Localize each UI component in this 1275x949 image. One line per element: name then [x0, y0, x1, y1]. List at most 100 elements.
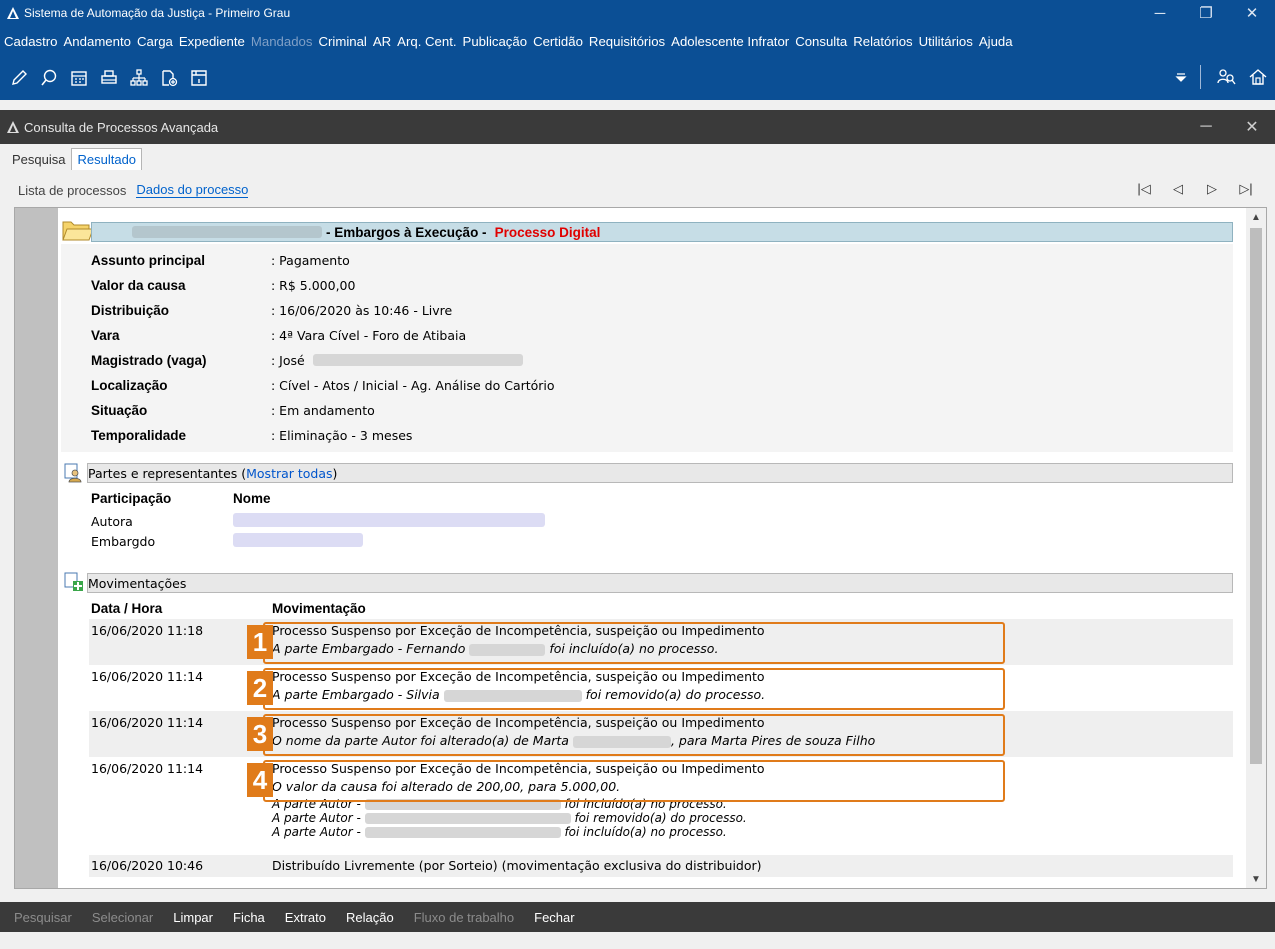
print-icon[interactable] [96, 65, 122, 91]
info-row: Localização: Cível - Atos / Inicial - Ag… [91, 377, 555, 393]
redacted-party-name [233, 533, 363, 547]
menu-item[interactable]: Consulta [795, 34, 847, 49]
calendar-icon[interactable] [66, 65, 92, 91]
next-record-icon[interactable]: ▷ [1195, 179, 1229, 199]
justice-logo-icon [7, 7, 19, 19]
sub-tabs: Lista de processos Dados do processo |◁ … [0, 178, 1275, 202]
folder-icon [62, 221, 94, 241]
info-row: Valor da causa: R$ 5.000,00 [91, 277, 356, 293]
parties-section-header: Partes e representantes (Mostrar todas) [87, 463, 1233, 483]
info-row: Situação: Em andamento [91, 402, 375, 418]
record-navigation: |◁ ◁ ▷ ▷| [1127, 179, 1263, 199]
last-record-icon[interactable]: ▷| [1229, 179, 1263, 199]
info-row: Temporalidade: Eliminação - 3 meses [91, 427, 413, 443]
first-record-icon[interactable]: |◁ [1127, 179, 1161, 199]
highlight-box-2 [263, 668, 1005, 710]
minimize-icon[interactable]: ─ [1183, 110, 1229, 144]
highlight-number-2: 2 [247, 671, 273, 705]
menu-item[interactable]: Ajuda [979, 34, 1013, 49]
toolbar-right [1162, 64, 1271, 90]
redacted-name [312, 354, 523, 366]
menu-item[interactable]: Cadastro [4, 34, 58, 49]
fechar-button[interactable]: Fechar [534, 910, 574, 925]
col-participacao: Participação [91, 491, 172, 506]
highlight-number-4: 4 [247, 763, 273, 797]
menu-item[interactable]: Criminal [318, 34, 366, 49]
highlight-box-3 [263, 714, 1005, 756]
vertical-scrollbar[interactable]: ▲ ▼ [1246, 208, 1266, 888]
process-details-panel: ▲ ▼ - Embargos à Execução - Processo Dig… [14, 207, 1267, 889]
highlight-number-3: 3 [247, 717, 273, 751]
menu-item[interactable]: Adolescente Infrator [671, 34, 789, 49]
extrato-button[interactable]: Extrato [285, 910, 326, 925]
title-bar: Sistema de Automação da Justiça - Primei… [0, 0, 1275, 26]
menu-item[interactable]: Andamento [64, 34, 131, 49]
users-search-icon[interactable] [1213, 64, 1239, 90]
ficha-button[interactable]: Ficha [233, 910, 265, 925]
main-tabs: Pesquisa Resultado [0, 146, 1275, 170]
party-role: Autora [91, 514, 133, 529]
app-title: Sistema de Automação da Justiça - Primei… [24, 6, 291, 20]
limpar-button[interactable]: Limpar [173, 910, 213, 925]
scroll-up-icon[interactable]: ▲ [1246, 208, 1266, 226]
dropdown-icon[interactable] [1168, 64, 1194, 90]
redacted-party-name [233, 513, 545, 527]
edit-icon[interactable] [6, 65, 32, 91]
menu-item[interactable]: AR [373, 34, 391, 49]
tab-pesquisa[interactable]: Pesquisa [6, 148, 71, 170]
subwindow-header: Consulta de Processos Avançada ─ ✕ [0, 110, 1275, 144]
process-header: - Embargos à Execução - Processo Digital [91, 222, 1233, 242]
close-icon[interactable]: ✕ [1229, 110, 1275, 144]
minimize-icon[interactable]: ─ [1137, 0, 1183, 26]
app-root: Sistema de Automação da Justiça - Primei… [0, 0, 1275, 949]
movements-section-header: Movimentações [87, 573, 1233, 593]
menu-bar: Cadastro Andamento Carga Expediente Mand… [0, 26, 1275, 56]
col-nome: Nome [233, 491, 271, 506]
left-gutter [15, 208, 58, 888]
info-row: Vara: 4ª Vara Cível - Foro de Atibaia [91, 327, 467, 343]
tab-resultado[interactable]: Resultado [71, 148, 143, 170]
col-movimentacao: Movimentação [272, 601, 366, 616]
process-number-redacted [132, 226, 322, 238]
highlight-box-1 [263, 622, 1005, 664]
subwindow-controls: ─ ✕ [1183, 110, 1275, 144]
toolbar-separator [1200, 65, 1201, 89]
menu-item[interactable]: Publicação [463, 34, 528, 49]
document-add-icon[interactable] [156, 65, 182, 91]
process-info: Assunto principal: Pagamento Valor da ca… [61, 244, 1233, 452]
scroll-thumb[interactable] [1250, 228, 1262, 764]
footer-actions: Pesquisar Selecionar Limpar Ficha Extrat… [0, 902, 1275, 932]
hierarchy-icon[interactable] [126, 65, 152, 91]
menu-item[interactable]: Relatórios [853, 34, 912, 49]
tab-dados-processo[interactable]: Dados do processo [136, 182, 249, 198]
archive-icon[interactable] [186, 65, 212, 91]
menu-item[interactable]: Arq. Cent. [397, 34, 456, 49]
movement-row[interactable]: 16/06/2020 10:46 Distribuído Livremente … [89, 855, 1233, 877]
justice-logo-icon [7, 121, 19, 133]
menu-item[interactable]: Expediente [179, 34, 245, 49]
relacao-button[interactable]: Relação [346, 910, 394, 925]
tab-lista-processos[interactable]: Lista de processos [18, 183, 126, 198]
menu-item[interactable]: Certidão [533, 34, 583, 49]
menu-item: Mandados [250, 33, 313, 49]
search-icon[interactable] [36, 65, 62, 91]
window-controls: ─ ❐ ✕ [1137, 0, 1275, 26]
menu-item[interactable]: Requisitórios [589, 34, 665, 49]
digital-process-label: Processo Digital [494, 224, 601, 240]
menu-item[interactable]: Carga [137, 34, 173, 49]
home-icon[interactable] [1245, 64, 1271, 90]
pesquisar-button: Pesquisar [14, 909, 72, 925]
highlight-box-4 [263, 760, 1005, 802]
show-all-parties-link[interactable]: Mostrar todas [246, 466, 332, 481]
info-row: Magistrado (vaga): José [91, 348, 523, 372]
scroll-down-icon[interactable]: ▼ [1246, 870, 1266, 888]
previous-record-icon[interactable]: ◁ [1161, 179, 1195, 199]
close-icon[interactable]: ✕ [1229, 0, 1275, 26]
toolbar [0, 56, 1275, 100]
subwindow-title: Consulta de Processos Avançada [24, 119, 219, 135]
highlight-number-1: 1 [247, 625, 273, 659]
menu-item[interactable]: Utilitários [919, 34, 973, 49]
restore-icon[interactable]: ❐ [1183, 0, 1229, 26]
col-data-hora: Data / Hora [91, 601, 163, 616]
info-row: Distribuição: 16/06/2020 às 10:46 - Livr… [91, 302, 453, 318]
